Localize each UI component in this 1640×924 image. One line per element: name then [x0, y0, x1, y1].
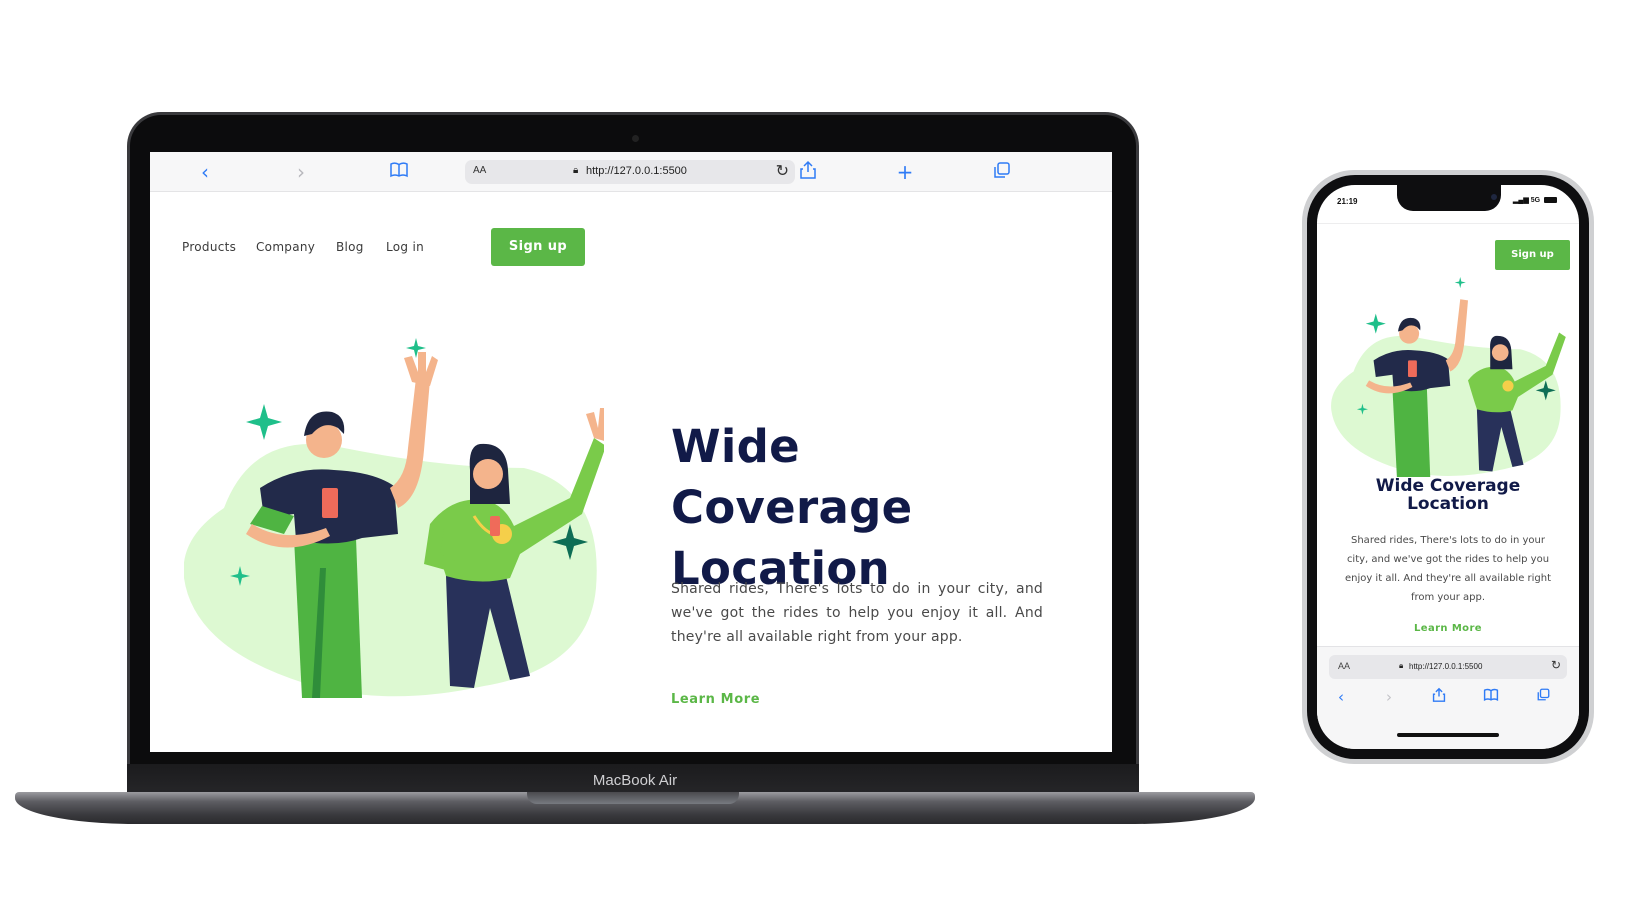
plus-icon[interactable]: +	[893, 160, 917, 184]
share-icon[interactable]	[796, 160, 820, 184]
hero-title-line2: Location	[1407, 494, 1489, 514]
lock-icon: 🔒︎	[573, 165, 579, 176]
book-icon[interactable]	[387, 160, 411, 184]
chevron-left-icon[interactable]: ‹	[1331, 687, 1351, 707]
url-text: http://127.0.0.1:5500	[586, 165, 687, 177]
text-size-button[interactable]: AA	[473, 165, 486, 176]
signup-button[interactable]: Sign up	[1495, 240, 1570, 270]
nav-link-blog[interactable]: Blog	[336, 240, 364, 254]
phone-camera	[1491, 194, 1497, 200]
hero-illustration	[183, 338, 618, 698]
book-icon[interactable]	[1481, 687, 1501, 707]
nav-link-products[interactable]: Products	[182, 240, 236, 254]
home-indicator[interactable]	[1397, 733, 1499, 737]
share-icon[interactable]	[1429, 687, 1449, 707]
hero-title-line1: Wide Coverage	[671, 420, 913, 534]
hero-description: Shared rides, There's lots to do in your…	[1344, 535, 1552, 603]
learn-more-link[interactable]: Learn More	[1317, 623, 1579, 634]
reload-icon[interactable]: ↻	[1551, 658, 1561, 672]
illustration-blob	[183, 444, 597, 697]
address-bar[interactable]: AA 🔒︎ http://127.0.0.1:5500 ↻	[465, 160, 795, 184]
hero-illustration	[1327, 277, 1569, 477]
hero-title: Wide Coverage Location	[1317, 477, 1579, 513]
hero-description: Shared rides, There's lots to do in your…	[671, 581, 1043, 645]
tabs-icon[interactable]	[1533, 687, 1553, 707]
nav-link-company[interactable]: Company	[256, 240, 315, 254]
laptop-brand-label: MacBook Air	[592, 772, 678, 789]
signup-button[interactable]: Sign up	[491, 228, 585, 266]
battery-icon	[1544, 197, 1557, 204]
address-bar[interactable]: AA 🔒︎ http://127.0.0.1:5500 ↻	[1329, 655, 1567, 679]
hero-title: Wide Coverage Location	[671, 416, 1051, 599]
nav-link-login[interactable]: Log in	[386, 240, 424, 254]
laptop-mockup: ‹ › AA 🔒︎ http://127.0.0.1:5500 ↻ + Prod…	[15, 112, 1255, 824]
laptop-camera	[632, 135, 639, 142]
laptop-screen: ‹ › AA 🔒︎ http://127.0.0.1:5500 ↻ + Prod…	[150, 152, 1112, 752]
lock-icon: 🔒︎	[1399, 661, 1404, 670]
divider	[1317, 223, 1579, 224]
learn-more-link[interactable]: Learn More	[671, 692, 760, 707]
url-text: http://127.0.0.1:5500	[1409, 662, 1483, 671]
laptop-hinge-notch	[527, 792, 739, 804]
hero-title-line1: Wide Coverage	[1375, 476, 1521, 496]
browser-toolbar: ‹ › AA 🔒︎ http://127.0.0.1:5500 ↻ +	[150, 152, 1112, 192]
chevron-left-icon[interactable]: ‹	[193, 160, 217, 184]
chevron-right-icon[interactable]: ›	[289, 160, 313, 184]
phone-screen: 21:19 ▂▄▆ 5G Sign up Wide Coverage Locat…	[1317, 185, 1579, 749]
phone-notch	[1397, 185, 1501, 211]
reload-icon[interactable]: ↻	[776, 161, 789, 181]
phone-mockup: 21:19 ▂▄▆ 5G Sign up Wide Coverage Locat…	[1302, 170, 1594, 764]
sparkle-icon	[246, 404, 282, 440]
status-time: 21:19	[1337, 197, 1358, 206]
network-label: 5G	[1530, 197, 1541, 204]
signal-icon: ▂▄▆	[1513, 197, 1529, 204]
tabs-icon[interactable]	[990, 160, 1014, 184]
text-size-button[interactable]: AA	[1338, 661, 1350, 671]
chevron-right-icon[interactable]: ›	[1379, 687, 1399, 707]
browser-bottom-bar: AA 🔒︎ http://127.0.0.1:5500 ↻ ‹ ›	[1317, 646, 1579, 749]
status-indicators: ▂▄▆ 5G	[1513, 196, 1557, 204]
